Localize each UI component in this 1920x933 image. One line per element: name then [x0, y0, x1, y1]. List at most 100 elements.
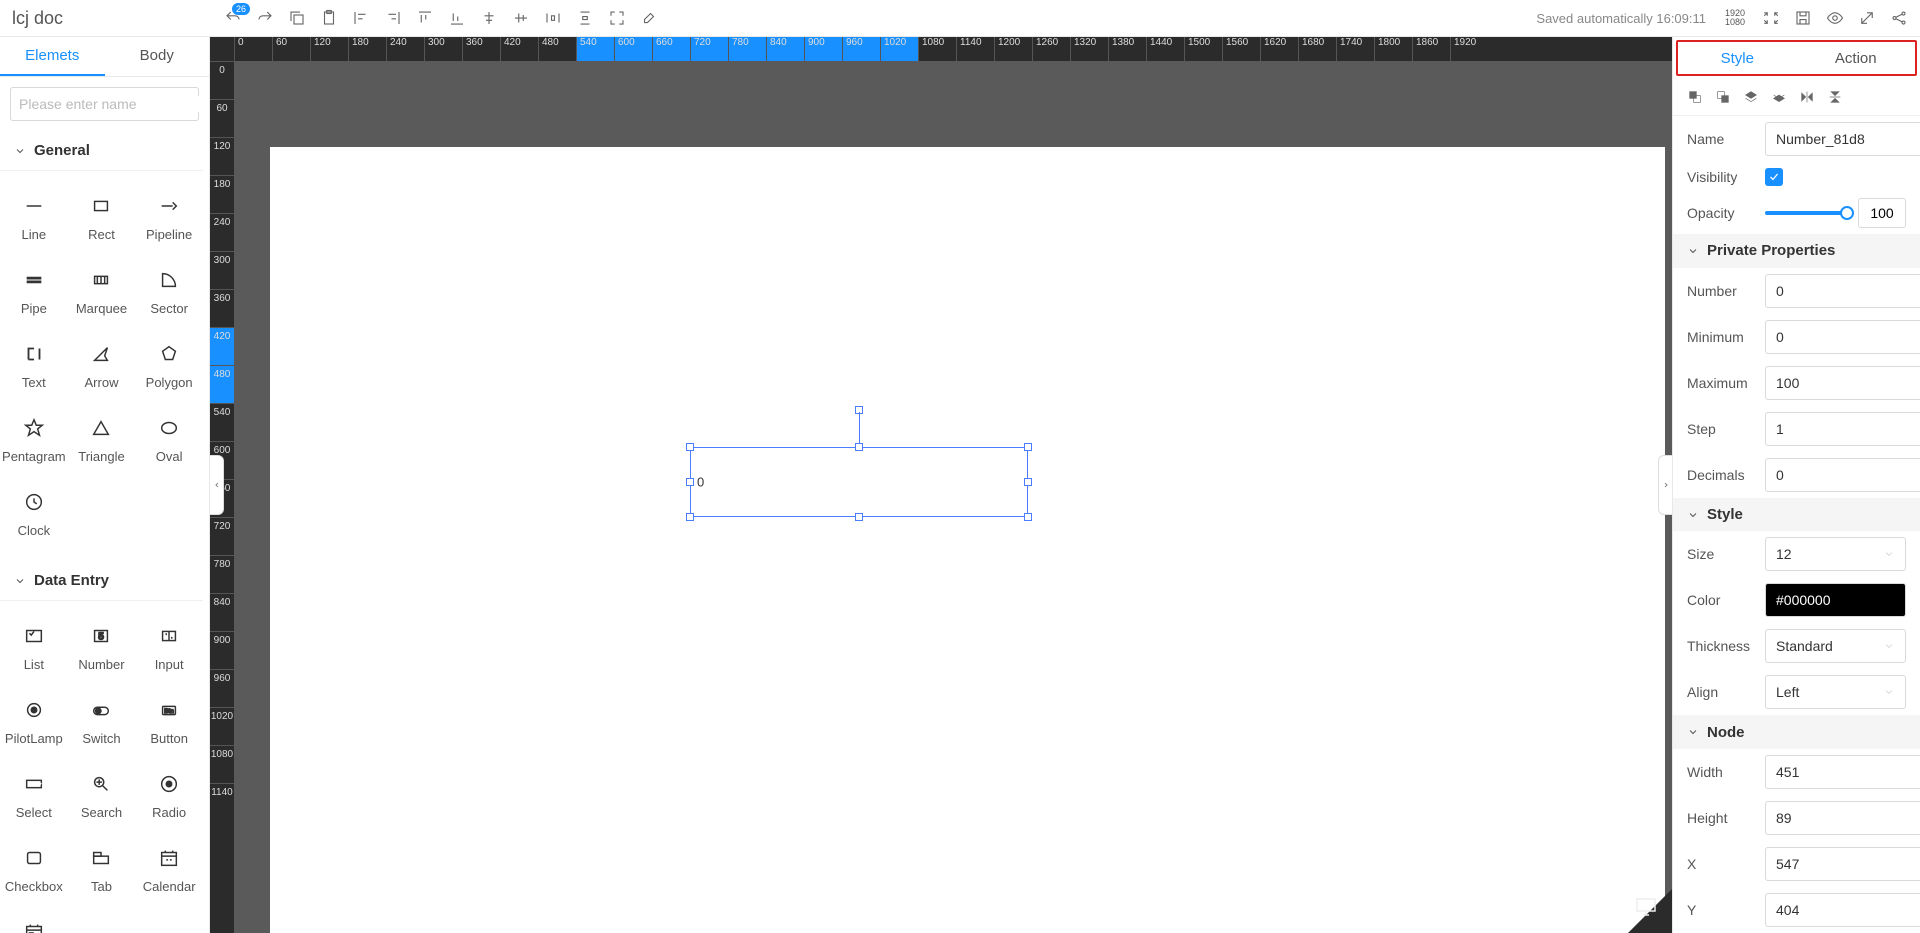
palette-item-rect[interactable]: Rect: [68, 181, 136, 255]
palette-item-clock[interactable]: Clock: [0, 477, 68, 551]
selected-element[interactable]: 0: [690, 447, 1028, 517]
maximum-field[interactable]: [1765, 366, 1920, 400]
palette-item-pipe[interactable]: Pipe: [0, 255, 68, 329]
palette-item-oval[interactable]: Oval: [135, 403, 203, 477]
number-field[interactable]: [1765, 274, 1920, 308]
thickness-select[interactable]: Standard: [1765, 629, 1906, 663]
palette-item-text[interactable]: Text: [0, 329, 68, 403]
copy-icon[interactable]: [288, 9, 306, 27]
x-field[interactable]: [1765, 847, 1920, 881]
canvas-page[interactable]: 0: [270, 147, 1665, 933]
name-field[interactable]: [1765, 122, 1920, 156]
palette-item-line[interactable]: Line: [0, 181, 68, 255]
redo-icon[interactable]: [256, 9, 274, 27]
palette-item-pipeline[interactable]: Pipeline: [135, 181, 203, 255]
palette-item-number[interactable]: 5Number: [68, 611, 136, 685]
palette-item-datepicker[interactable]: DatePicker: [0, 907, 68, 933]
publish-icon[interactable]: [1858, 9, 1876, 27]
y-field[interactable]: [1765, 893, 1920, 927]
palette-item-select[interactable]: Select: [0, 759, 68, 833]
arrow-icon: [90, 343, 112, 365]
category-data-entry[interactable]: Data Entry: [0, 561, 203, 601]
right-collapse-handle[interactable]: [1658, 455, 1672, 515]
search-box[interactable]: [10, 87, 199, 121]
align-select[interactable]: Left: [1765, 675, 1906, 709]
palette-item-list[interactable]: List: [0, 611, 68, 685]
palette-item-checkbox[interactable]: Checkbox: [0, 833, 68, 907]
palette-item-switch[interactable]: Switch: [68, 685, 136, 759]
palette-item-button[interactable]: BtnButton: [135, 685, 203, 759]
layer-down-icon[interactable]: [1771, 89, 1787, 105]
fit-icon[interactable]: [608, 9, 626, 27]
align-top-icon[interactable]: [416, 9, 434, 27]
resize-handle-ne[interactable]: [1024, 443, 1032, 451]
resize-handle-e[interactable]: [1024, 478, 1032, 486]
palette-item-pilotlamp[interactable]: PilotLamp: [0, 685, 68, 759]
resize-handle-nw[interactable]: [686, 443, 694, 451]
tab-action[interactable]: Action: [1797, 42, 1916, 74]
size-select[interactable]: 12: [1765, 537, 1906, 571]
distribute-h-icon[interactable]: [544, 9, 562, 27]
tab-elements[interactable]: Elemets: [0, 37, 105, 76]
bring-front-icon[interactable]: [1687, 89, 1703, 105]
fit-screen-icon[interactable]: [1762, 9, 1780, 27]
tab-body[interactable]: Body: [105, 37, 210, 76]
layer-up-icon[interactable]: [1743, 89, 1759, 105]
palette-item-marquee[interactable]: Marquee: [68, 255, 136, 329]
palette-item-search[interactable]: Search: [68, 759, 136, 833]
decimals-field[interactable]: [1765, 458, 1920, 492]
brush-icon[interactable]: [640, 9, 658, 27]
palette-item-input[interactable]: Input: [135, 611, 203, 685]
palette-item-tab[interactable]: Tab: [68, 833, 136, 907]
category-general[interactable]: General: [0, 131, 203, 171]
section-private-properties[interactable]: Private Properties: [1673, 234, 1920, 268]
visibility-checkbox[interactable]: [1765, 168, 1783, 186]
distribute-v-icon[interactable]: [576, 9, 594, 27]
left-collapse-handle[interactable]: [210, 455, 224, 515]
height-field[interactable]: [1765, 801, 1920, 835]
send-back-icon[interactable]: [1715, 89, 1731, 105]
align-center-v-icon[interactable]: [512, 9, 530, 27]
undo-icon[interactable]: 26: [224, 9, 242, 27]
palette-item-arrow[interactable]: Arrow: [68, 329, 136, 403]
device-preview-icon[interactable]: [1634, 894, 1658, 923]
slider-knob[interactable]: [1840, 206, 1854, 220]
align-left-icon[interactable]: [352, 9, 370, 27]
resize-handle-se[interactable]: [1024, 513, 1032, 521]
save-icon[interactable]: [1794, 9, 1812, 27]
section-style[interactable]: Style: [1673, 498, 1920, 532]
resize-handle-s[interactable]: [855, 513, 863, 521]
tab-style[interactable]: Style: [1678, 42, 1797, 74]
opacity-slider[interactable]: [1765, 211, 1848, 215]
share-icon[interactable]: [1890, 9, 1908, 27]
canvas-area[interactable]: 0601201802403003604204805406006607207808…: [210, 37, 1672, 933]
ruler-horizontal[interactable]: 0601201802403003604204805406006607207808…: [234, 37, 1672, 61]
chevron-down-icon: [1883, 548, 1895, 560]
align-center-h-icon[interactable]: [480, 9, 498, 27]
palette-item-polygon[interactable]: Polygon: [135, 329, 203, 403]
flip-v-icon[interactable]: [1827, 89, 1843, 105]
color-swatch[interactable]: #000000: [1765, 583, 1906, 617]
screen-size-icon[interactable]: 1920 1080: [1722, 9, 1748, 27]
palette-item-radio[interactable]: Radio: [135, 759, 203, 833]
align-right-icon[interactable]: [384, 9, 402, 27]
palette-item-triangle[interactable]: Triangle: [68, 403, 136, 477]
flip-h-icon[interactable]: [1799, 89, 1815, 105]
palette-item-pentagram[interactable]: Pentagram: [0, 403, 68, 477]
resize-handle-sw[interactable]: [686, 513, 694, 521]
palette-item-sector[interactable]: Sector: [135, 255, 203, 329]
width-field[interactable]: [1765, 755, 1920, 789]
search-input[interactable]: [19, 96, 200, 112]
palette-item-calendar[interactable]: Calendar: [135, 833, 203, 907]
paste-icon[interactable]: [320, 9, 338, 27]
align-bottom-icon[interactable]: [448, 9, 466, 27]
text-icon: [23, 343, 45, 365]
preview-icon[interactable]: [1826, 9, 1844, 27]
minimum-field[interactable]: [1765, 320, 1920, 354]
step-field[interactable]: [1765, 412, 1920, 446]
section-node[interactable]: Node: [1673, 715, 1920, 749]
opacity-value[interactable]: [1858, 198, 1906, 228]
resize-handle-w[interactable]: [686, 478, 694, 486]
select-icon: [23, 773, 45, 795]
resize-handle-n[interactable]: [855, 443, 863, 451]
